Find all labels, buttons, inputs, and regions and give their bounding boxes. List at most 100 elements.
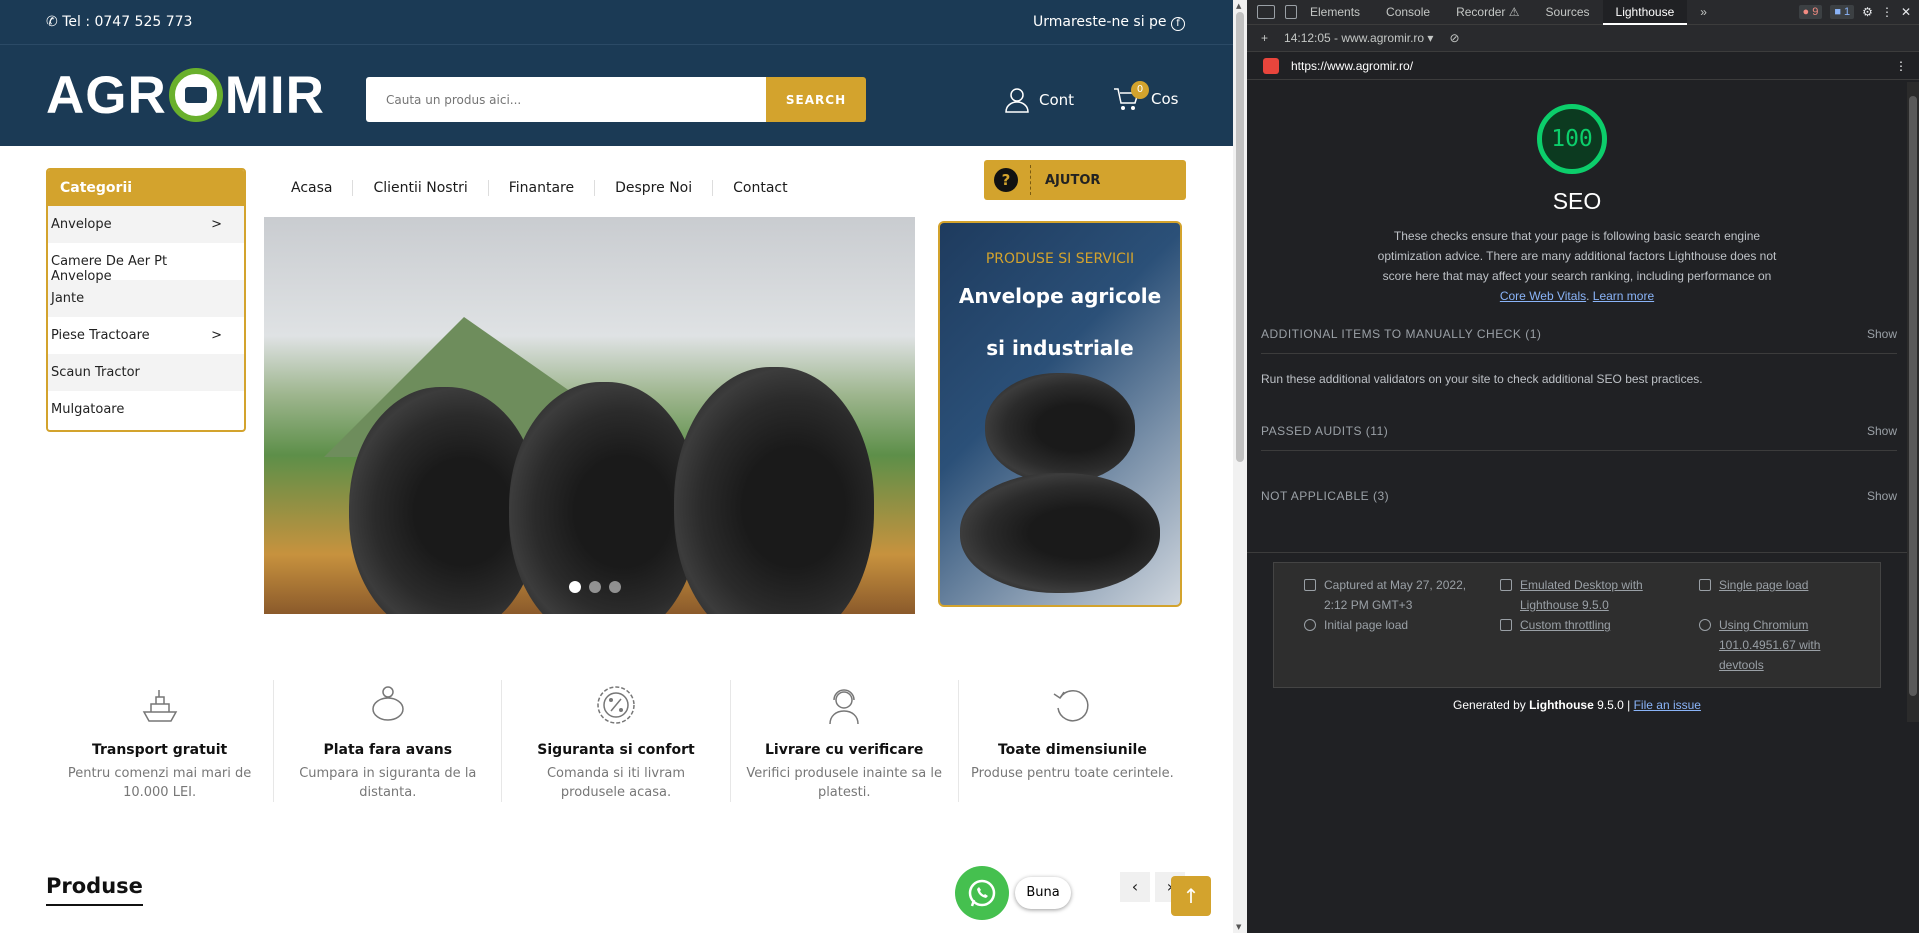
main-nav: Acasa Clientii Nostri Finantare Despre N… xyxy=(271,176,808,200)
load-info: Initial page load xyxy=(1304,615,1474,635)
report-url[interactable]: https://www.agromir.ro/ xyxy=(1291,59,1413,73)
nav-clientii-nostri[interactable]: Clientii Nostri xyxy=(353,180,489,196)
more-tabs-icon[interactable]: » xyxy=(1687,0,1720,25)
top-bar: ✆ Tel : 0747 525 773 Urmareste-ne si pe … xyxy=(0,0,1233,45)
learn-more-link[interactable]: Learn more xyxy=(1593,289,1654,303)
scroll-up-arrow-icon[interactable]: ▲ xyxy=(1236,2,1241,10)
chat-bubble[interactable]: Buna xyxy=(1015,877,1071,909)
lighthouse-toolbar: + 14:12:05 - www.agromir.ro ▾ ⊘ xyxy=(1247,25,1919,52)
section-not-applicable[interactable]: NOT APPLICABLE (3) Show xyxy=(1261,489,1897,515)
inspect-element-icon[interactable] xyxy=(1257,5,1275,19)
show-toggle[interactable]: Show xyxy=(1867,489,1897,503)
tab-console[interactable]: Console xyxy=(1373,0,1443,25)
tire-stack-image xyxy=(960,473,1160,593)
file-issue-link[interactable]: File an issue xyxy=(1634,698,1701,712)
promo-banner[interactable]: PRODUSE SI SERVICII Anvelope agricole si… xyxy=(938,221,1182,607)
search-input[interactable] xyxy=(366,77,766,122)
category-item-scaun[interactable]: Scaun Tractor xyxy=(48,354,244,391)
tab-lighthouse[interactable]: Lighthouse xyxy=(1602,0,1688,25)
single-load-info[interactable]: Single page load xyxy=(1699,575,1849,595)
slider-dot[interactable] xyxy=(589,581,601,593)
nav-finantare[interactable]: Finantare xyxy=(489,180,596,196)
tab-recorder[interactable]: Recorder ⚠ xyxy=(1443,0,1532,25)
settings-gear-icon[interactable]: ⚙ xyxy=(1862,5,1873,19)
whatsapp-button[interactable] xyxy=(955,866,1009,920)
categories-menu: Categorii Anvelope > Camere De Aer Pt Anv… xyxy=(46,168,246,432)
promo-kicker: PRODUSE SI SERVICII xyxy=(985,251,1135,267)
logo[interactable]: AGR MIR xyxy=(46,66,325,125)
throttling-info[interactable]: Custom throttling xyxy=(1500,615,1670,635)
section-title-produse: Produse xyxy=(46,874,143,906)
category-title: SEO xyxy=(1552,188,1602,214)
category-item-camere[interactable]: Camere De Aer Pt Anvelope xyxy=(48,243,244,284)
report-selector[interactable]: 14:12:05 - www.agromir.ro ▾ xyxy=(1284,31,1433,45)
feature-siguranta: Siguranta si confort Comanda si iti livr… xyxy=(502,680,731,802)
calendar-icon xyxy=(1304,579,1316,591)
help-button[interactable]: ? AJUTOR xyxy=(984,160,1186,200)
category-description: These checks ensure that your page is fo… xyxy=(1377,229,1777,303)
categories-list: Anvelope > Camere De Aer Pt Anvelope Jant… xyxy=(48,206,244,428)
report-menu-icon[interactable]: ⋮ xyxy=(1895,59,1907,73)
slider-dots xyxy=(569,581,621,593)
scrollbar-thumb[interactable] xyxy=(1236,12,1244,462)
help-divider xyxy=(1030,165,1031,195)
nav-contact[interactable]: Contact xyxy=(713,180,807,196)
show-toggle[interactable]: Show xyxy=(1867,424,1897,438)
lighthouse-report: 100 SEO These checks ensure that your pa… xyxy=(1247,82,1907,922)
clear-icon[interactable]: ⊘ xyxy=(1449,31,1459,45)
scrollbar-thumb[interactable] xyxy=(1909,96,1917,696)
chromium-info[interactable]: Using Chromium 101.0.4951.67 with devtoo… xyxy=(1699,615,1849,675)
manual-check-description: Run these additional validators on your … xyxy=(1261,372,1703,386)
features-row: Transport gratuit Pentru comenzi mai mar… xyxy=(46,680,1186,802)
category-item-piese[interactable]: Piese Tractoare > xyxy=(48,317,244,354)
slider-dot[interactable] xyxy=(609,581,621,593)
run-info-footer: Captured at May 27, 2022, 2:12 PM GMT+3 … xyxy=(1273,562,1881,688)
error-count-badge[interactable]: ● 9 xyxy=(1798,5,1823,19)
section-passed-audits[interactable]: PASSED AUDITS (11) Show xyxy=(1261,424,1897,451)
section-manual-check[interactable]: ADDITIONAL ITEMS TO MANUALLY CHECK (1) Sh… xyxy=(1261,327,1897,354)
message-count-badge[interactable]: ■ 1 xyxy=(1830,5,1855,19)
account-link[interactable]: Cont xyxy=(1005,87,1074,113)
phone-number[interactable]: ✆ Tel : 0747 525 773 xyxy=(46,14,192,30)
hero-slider[interactable] xyxy=(264,217,915,614)
cart-link[interactable]: 0 Cos xyxy=(1113,81,1178,111)
categories-title: Categorii xyxy=(48,170,244,206)
new-report-icon[interactable]: + xyxy=(1261,31,1268,45)
core-web-vitals-link[interactable]: Core Web Vitals xyxy=(1500,289,1586,303)
nav-despre-noi[interactable]: Despre Noi xyxy=(595,180,714,196)
show-toggle[interactable]: Show xyxy=(1867,327,1897,341)
devtools-scrollbar[interactable] xyxy=(1907,82,1919,722)
category-item-jante[interactable]: Jante xyxy=(48,280,244,317)
cart-count-badge: 0 xyxy=(1131,81,1149,99)
phone-icon: ✆ xyxy=(46,14,63,30)
tire-image xyxy=(509,382,699,614)
kebab-menu-icon[interactable]: ⋮ xyxy=(1881,5,1893,19)
chevron-right-icon: > xyxy=(211,217,222,232)
captured-info: Captured at May 27, 2022, 2:12 PM GMT+3 xyxy=(1304,575,1474,615)
promo-title-line1: Anvelope agricole xyxy=(958,284,1162,308)
chromium-icon xyxy=(1699,619,1711,631)
search-button[interactable]: SEARCH xyxy=(766,77,866,122)
emulation-info[interactable]: Emulated Desktop with Lighthouse 9.5.0 xyxy=(1500,575,1670,615)
desktop-icon xyxy=(1500,579,1512,591)
category-item-anvelope[interactable]: Anvelope > xyxy=(48,206,244,243)
feature-transport: Transport gratuit Pentru comenzi mai mar… xyxy=(46,680,275,802)
tab-elements[interactable]: Elements xyxy=(1297,0,1373,25)
back-to-top-button[interactable]: ↑ xyxy=(1171,876,1211,916)
facebook-icon[interactable]: f xyxy=(1171,17,1185,31)
website-viewport: ✆ Tel : 0747 525 773 Urmareste-ne si pe … xyxy=(0,0,1233,933)
category-item-mulgatoare[interactable]: Mulgatoare xyxy=(48,391,244,428)
device-toolbar-icon[interactable] xyxy=(1285,5,1297,19)
percent-icon xyxy=(597,686,635,724)
lighthouse-logo-icon xyxy=(1263,57,1279,74)
nav-acasa[interactable]: Acasa xyxy=(271,180,354,196)
close-icon[interactable]: ✕ xyxy=(1901,5,1911,19)
tab-sources[interactable]: Sources xyxy=(1533,0,1603,25)
devtools-panel: Elements Console Recorder ⚠ Sources Ligh… xyxy=(1247,0,1919,933)
scroll-down-arrow-icon[interactable]: ▼ xyxy=(1236,923,1241,931)
page-scrollbar[interactable]: ▲ ▼ xyxy=(1233,0,1247,933)
carousel-prev-button[interactable]: ‹ xyxy=(1120,872,1150,902)
timer-icon xyxy=(1304,619,1316,631)
slider-dot[interactable] xyxy=(569,581,581,593)
seo-score-gauge[interactable]: 100 xyxy=(1537,104,1607,174)
